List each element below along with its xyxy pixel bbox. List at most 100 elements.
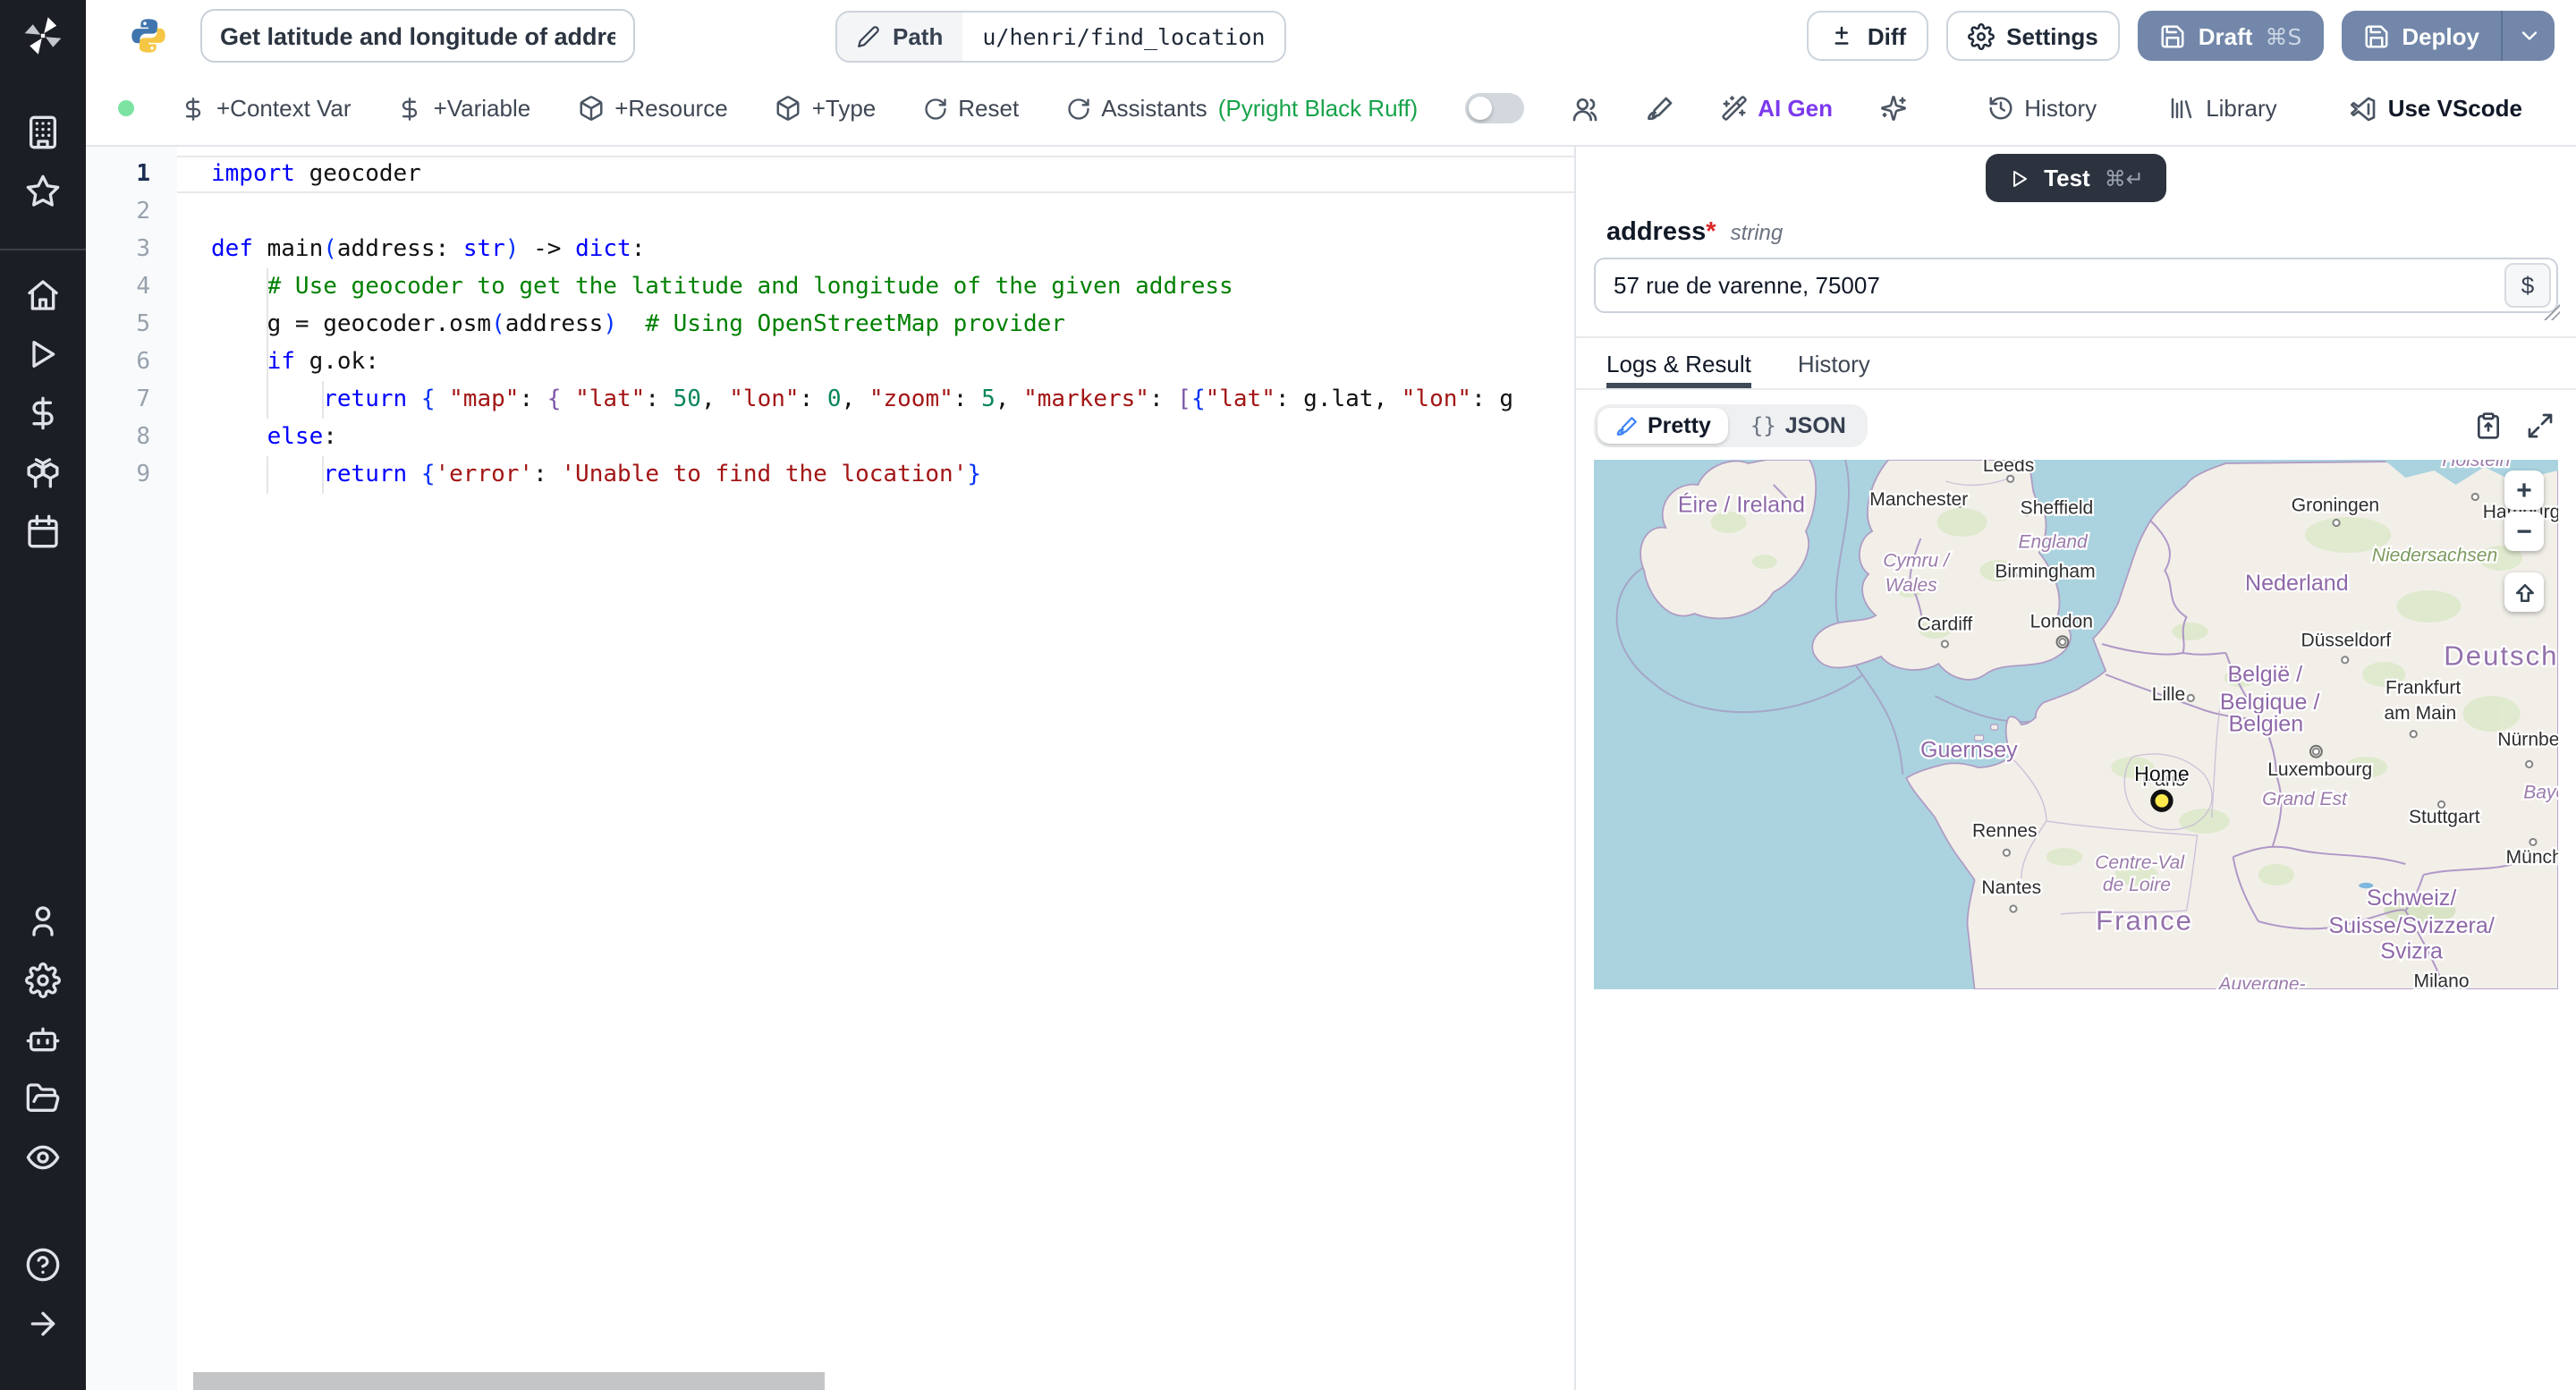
svg-text:Svizra: Svizra <box>2380 939 2443 964</box>
horizontal-scrollbar-thumb[interactable] <box>193 1372 825 1390</box>
svg-text:Sheffield: Sheffield <box>2021 497 2094 518</box>
python-language-icon <box>129 16 168 55</box>
use-vscode-button[interactable]: Use VScode <box>2349 94 2522 123</box>
svg-text:Rennes: Rennes <box>1972 821 2038 842</box>
workspace-icon[interactable] <box>25 114 61 150</box>
line-number: 5 <box>136 311 150 338</box>
tab-logs-result[interactable]: Logs & Result <box>1606 338 1751 388</box>
schedules-calendar-icon[interactable] <box>25 513 61 549</box>
code-line: def main(address: str) -> dict: <box>211 236 646 263</box>
library-label: Library <box>2206 95 2277 122</box>
svg-text:Belgien: Belgien <box>2229 712 2304 737</box>
diff-label: Diff <box>1867 22 1907 49</box>
settings-gear-icon[interactable] <box>25 962 61 998</box>
svg-text:Centre-Val: Centre-Val <box>2095 852 2185 873</box>
map-zoom-in-button[interactable]: + <box>2504 470 2544 510</box>
json-label: JSON <box>1784 413 1846 438</box>
assistants-button[interactable]: Assistants (Pyright Black Ruff) <box>1065 95 1418 122</box>
line-number: 1 <box>136 161 150 188</box>
svg-text:Guernsey: Guernsey <box>1920 738 2018 763</box>
diff-button[interactable]: Diff <box>1806 11 1928 61</box>
add-type-button[interactable]: +Type <box>775 95 877 122</box>
type-label: +Type <box>811 95 877 122</box>
svg-text:Leeds: Leeds <box>1983 460 2034 476</box>
address-input[interactable] <box>1594 258 2558 313</box>
svg-text:Schweiz/: Schweiz/ <box>2367 886 2456 911</box>
svg-text:Nantes: Nantes <box>1981 877 2041 898</box>
home-icon[interactable] <box>25 277 61 313</box>
package-icon <box>579 96 602 121</box>
resources-boxes-icon[interactable] <box>25 454 61 490</box>
svg-text:England: England <box>2018 531 2089 552</box>
path-label: Path <box>893 22 944 49</box>
map-zoom-out-button[interactable]: − <box>2504 512 2544 551</box>
sparkles-icon[interactable] <box>1879 95 1906 122</box>
insert-variable-button[interactable]: $ <box>2504 263 2551 308</box>
diff-icon <box>1835 25 1849 44</box>
svg-text:München: München <box>2506 847 2558 868</box>
deploy-dropdown-button[interactable] <box>2501 11 2555 61</box>
result-map[interactable]: Leeds Holstein Manchester Sheffield England É… <box>1594 460 2558 989</box>
library-icon <box>2171 97 2192 119</box>
ai-gen-label: AI Gen <box>1758 95 1833 122</box>
toggle-switch[interactable] <box>1464 93 1524 123</box>
line-number-gutter: 1 2 3 4 5 6 7 8 9 <box>86 147 177 1390</box>
code-line: import geocoder <box>177 156 1574 193</box>
pretty-view-option[interactable]: Pretty <box>1597 408 1729 444</box>
variable-label: +Variable <box>433 95 531 122</box>
folders-icon[interactable] <box>25 1081 61 1116</box>
settings-button[interactable]: Settings <box>1945 11 2120 61</box>
play-icon <box>2012 170 2027 186</box>
windmill-logo[interactable] <box>21 14 64 57</box>
chevron-down-icon <box>2521 31 2537 40</box>
format-paintbrush-icon[interactable] <box>1645 94 1674 123</box>
test-run-button[interactable]: Test ⌘↵ <box>1985 154 2167 202</box>
collapse-arrow-right-icon[interactable] <box>25 1306 61 1342</box>
svg-text:Nürnberg: Nürnberg <box>2497 730 2558 750</box>
user-icon[interactable] <box>25 903 61 939</box>
runs-play-icon[interactable] <box>25 336 61 372</box>
draft-label: Draft <box>2198 22 2253 49</box>
add-variable-button[interactable]: +Variable <box>398 95 531 122</box>
resize-grip[interactable] <box>2544 304 2560 320</box>
topbar: Path u/henri/find_location Diff Settings… <box>86 0 2576 72</box>
svg-text:Cardiff: Cardiff <box>1918 614 1973 635</box>
package-icon <box>776 96 800 121</box>
tab-history[interactable]: History <box>1798 338 1870 388</box>
dollar-icon <box>185 97 201 120</box>
code-text-area[interactable]: import geocoder def main(address: str) ->… <box>177 147 1574 1390</box>
vscode-icon <box>2350 96 2376 121</box>
copy-result-icon[interactable] <box>2474 411 2503 440</box>
map-recenter-button[interactable] <box>2504 572 2544 612</box>
path-value[interactable]: u/henri/find_location <box>962 12 1285 60</box>
library-button[interactable]: Library <box>2168 95 2277 122</box>
reset-button[interactable]: Reset <box>922 95 1019 122</box>
reset-label: Reset <box>958 95 1020 122</box>
pretty-label: Pretty <box>1648 413 1711 438</box>
ai-gen-button[interactable]: AI Gen <box>1720 95 1833 122</box>
json-view-option[interactable]: {} JSON <box>1733 408 1864 444</box>
draft-button[interactable]: Draft ⌘S <box>2137 11 2324 61</box>
refresh-icon <box>1067 97 1089 119</box>
help-icon[interactable] <box>25 1247 61 1283</box>
variables-dollar-icon[interactable] <box>25 395 61 431</box>
expand-fullscreen-icon[interactable] <box>2526 411 2555 440</box>
deploy-button[interactable]: Deploy <box>2341 11 2501 61</box>
sidebar-divider <box>0 249 86 250</box>
brush-icon <box>1616 416 1637 435</box>
svg-text:Lille: Lille <box>2152 684 2185 705</box>
add-resource-button[interactable]: +Resource <box>577 95 728 122</box>
svg-text:Auvergne-: Auvergne- <box>2216 974 2305 989</box>
svg-text:de Loire: de Loire <box>2103 875 2171 895</box>
script-title-input[interactable] <box>200 9 635 63</box>
history-button[interactable]: History <box>1987 95 2097 122</box>
multiplayer-users-icon[interactable] <box>1570 94 1598 123</box>
wand-sparkles-icon <box>1721 96 1746 121</box>
audit-eye-icon[interactable] <box>25 1140 61 1175</box>
path-badge[interactable]: Path u/henri/find_location <box>835 10 1287 62</box>
arrow-big-up-icon <box>2515 583 2533 601</box>
favorites-star-icon[interactable] <box>25 174 61 209</box>
code-line: g = geocoder.osm(address) # Using OpenSt… <box>177 306 1574 343</box>
workers-bot-icon[interactable] <box>25 1021 61 1057</box>
add-context-var-button[interactable]: +Context Var <box>181 95 352 122</box>
